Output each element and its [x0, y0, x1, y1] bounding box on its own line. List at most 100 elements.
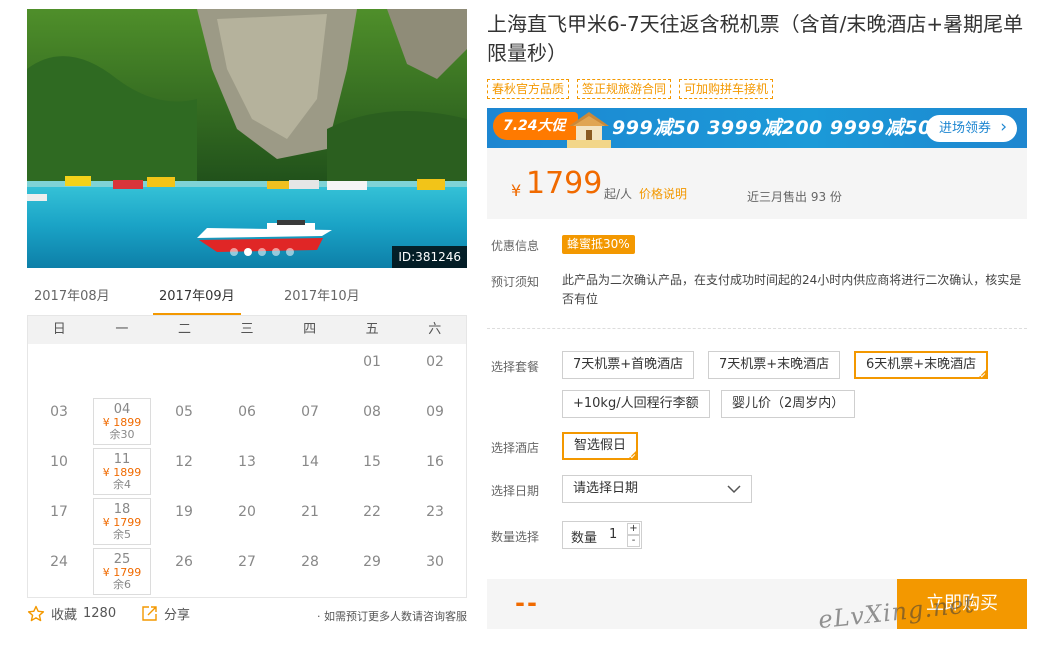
date-select[interactable]: 请选择日期 — [562, 475, 752, 503]
product-tag: 春秋官方品质 — [487, 79, 570, 99]
calendar-day-number: 23 — [426, 504, 444, 520]
calendar-day: 12 — [155, 448, 213, 495]
departure-calendar: 日 一 二 三 四 五 六 01 02 03 04 ¥ 1899 余30 05 06 07 08 0… — [27, 315, 467, 598]
product-photo — [27, 9, 467, 268]
share-button[interactable]: 分享 — [141, 604, 190, 623]
calendar-day-number: 07 — [301, 404, 319, 420]
calendar-day: 09 — [406, 398, 464, 445]
beach-hut-icon — [567, 112, 611, 148]
gallery-dot[interactable] — [230, 248, 238, 256]
quantity-label: 数量选择 — [491, 530, 540, 544]
gallery-pager — [230, 248, 294, 256]
package-option-infant-price[interactable]: 婴儿价（2周岁内） — [721, 390, 856, 418]
package-option-7d-last-night[interactable]: 7天机票+末晚酒店 — [708, 351, 841, 379]
buy-now-button[interactable]: 立即购买 — [897, 579, 1027, 629]
calendar-day: 27 — [218, 548, 276, 595]
calendar-day-available[interactable]: 11 ¥ 1899 余4 — [93, 448, 151, 495]
calendar-day: 06 — [218, 398, 276, 445]
month-tabs: 2017年08月 2017年09月 2017年10月 — [27, 286, 467, 316]
calendar-day: 28 — [281, 548, 339, 595]
calendar-day: 01 — [343, 348, 401, 395]
quantity-increase-button[interactable]: + — [627, 523, 640, 535]
star-icon — [27, 605, 45, 621]
quantity-stepper: 数量 1 + - — [562, 521, 642, 549]
calendar-day: 29 — [343, 548, 401, 595]
calendar-day-number: 09 — [426, 404, 444, 420]
calendar-day-available[interactable]: 18 ¥ 1799 余5 — [93, 498, 151, 545]
product-title: 上海直飞甲米6-7天往返含税机票（含首/末晚酒店+暑期尾单限量秒） — [487, 12, 1024, 65]
tab-month-2017-10[interactable]: 2017年10月 — [284, 286, 360, 316]
calendar-day-number: 22 — [363, 504, 381, 520]
tab-month-2017-08[interactable]: 2017年08月 — [34, 286, 110, 316]
favorite-count: 1280 — [83, 606, 117, 621]
price-amount: 1799 — [526, 166, 603, 201]
calendar-day: 15 — [343, 448, 401, 495]
calendar-day-stock: 余4 — [113, 478, 131, 491]
package-option-extra-baggage[interactable]: +10kg/人回程行李额 — [562, 390, 710, 418]
calendar-day-number: 12 — [175, 454, 193, 470]
notice-label: 预订须知 — [491, 275, 540, 289]
tab-month-2017-09[interactable]: 2017年09月 — [153, 286, 241, 316]
calendar-day: 21 — [281, 498, 339, 545]
gallery-dot[interactable] — [258, 248, 266, 256]
share-icon — [142, 606, 157, 621]
calendar-day-number: 18 — [113, 502, 131, 517]
calendar-day: 07 — [281, 398, 339, 445]
quantity-decrease-button[interactable]: - — [627, 535, 640, 547]
calendar-day: 30 — [406, 548, 464, 595]
calendar-day: 26 — [155, 548, 213, 595]
favorite-button[interactable]: 收藏 1280 — [27, 604, 116, 623]
calendar-day-number: 20 — [238, 504, 256, 520]
package-option-7d-first-night[interactable]: 7天机票+首晚酒店 — [562, 351, 695, 379]
calendar-day: 19 — [155, 498, 213, 545]
section-divider — [487, 328, 1027, 329]
product-tag: 签正规旅游合同 — [577, 79, 672, 99]
package-label: 选择套餐 — [491, 360, 540, 374]
calendar-day-stock: 余5 — [113, 528, 131, 541]
promo-banner[interactable]: 7.24大促 999减50 3999减200 9999减500 进场领券 — [487, 108, 1027, 148]
product-tag: 可加购拼车接机 — [679, 79, 774, 99]
calendar-day-available[interactable]: 25 ¥ 1799 余6 — [93, 548, 151, 595]
price-explain-link[interactable]: 价格说明 — [639, 185, 687, 202]
calendar-day-number: 08 — [363, 404, 381, 420]
calendar-day-available[interactable]: 04 ¥ 1899 余30 — [93, 398, 151, 445]
calendar-day-stock: 余30 — [109, 428, 135, 441]
gallery-dot-active[interactable] — [244, 248, 252, 256]
booking-notice: 此产品为二次确认产品，在支付成功时间起的24小时内供应商将进行二次确认，核实是否… — [562, 273, 1022, 306]
image-id-badge: ID:381246 — [392, 246, 467, 268]
calendar-day-number: 25 — [113, 552, 131, 567]
gallery-dot[interactable] — [286, 248, 294, 256]
calendar-day-number: 11 — [113, 452, 131, 467]
weekday-label: 一 — [115, 322, 129, 337]
gallery-dot[interactable] — [272, 248, 280, 256]
date-label: 选择日期 — [491, 484, 540, 498]
share-label: 分享 — [164, 608, 191, 623]
calendar-day-number: 26 — [175, 554, 193, 570]
calendar-day-number: 13 — [238, 454, 256, 470]
product-tags: 春秋官方品质 签正规旅游合同 可加购拼车接机 — [487, 79, 774, 99]
calendar-day: 20 — [218, 498, 276, 545]
quantity-value[interactable]: 1 — [609, 527, 617, 542]
hotel-option-selected[interactable]: 智选假日 — [562, 432, 639, 460]
calendar-day-number: 01 — [363, 354, 381, 370]
total-price: -- — [515, 589, 539, 617]
weekday-label: 二 — [177, 322, 191, 337]
chevron-down-icon — [727, 485, 741, 494]
get-coupon-button[interactable]: 进场领券 — [925, 114, 1017, 142]
discount-badge: 蜂蜜抵30% — [562, 235, 635, 254]
calendar-day-number: 02 — [426, 354, 444, 370]
weekday-label: 五 — [365, 322, 379, 337]
calendar-day: 14 — [281, 448, 339, 495]
calendar-day: 13 — [218, 448, 276, 495]
calendar-day-number: 19 — [175, 504, 193, 520]
calendar-day: 22 — [343, 498, 401, 545]
calendar-day: 08 — [343, 398, 401, 445]
package-option-6d-last-night-selected[interactable]: 6天机票+末晚酒店 — [854, 351, 989, 379]
product-image-gallery[interactable]: ID:381246 — [27, 9, 467, 268]
calendar-day: 03 — [30, 398, 88, 445]
calendar-day: 05 — [155, 398, 213, 445]
calendar-day: 16 — [406, 448, 464, 495]
discount-label: 优惠信息 — [491, 239, 540, 253]
calendar-day-number: 05 — [175, 404, 193, 420]
calendar-day-number: 28 — [301, 554, 319, 570]
